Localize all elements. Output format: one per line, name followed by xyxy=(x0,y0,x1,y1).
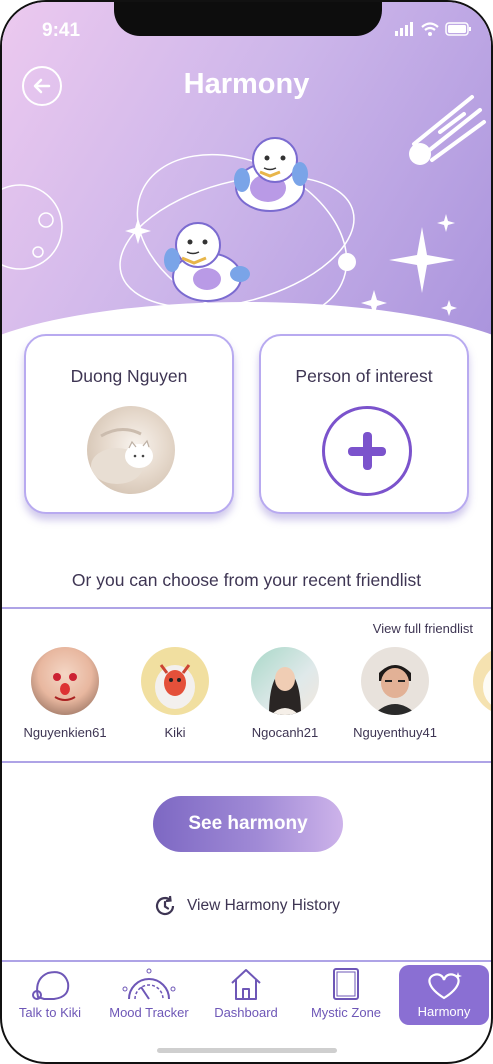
friend-avatar xyxy=(361,647,429,715)
plus-icon-vertical xyxy=(363,432,372,470)
tab-mystic-zone[interactable]: Mystic Zone xyxy=(298,962,394,1026)
friend-name: Ngocanh21 xyxy=(251,725,319,740)
status-icons xyxy=(395,22,473,36)
device-notch xyxy=(114,2,382,36)
tab-talk-to-kiki[interactable]: Talk to Kiki xyxy=(6,962,94,1026)
battery-icon xyxy=(445,22,471,36)
home-indicator xyxy=(157,1048,337,1053)
history-icon xyxy=(155,895,175,916)
gauge-icon xyxy=(122,968,176,1000)
self-avatar xyxy=(87,406,175,494)
friend-avatar xyxy=(251,647,319,715)
cellular-signal-icon xyxy=(395,22,413,36)
phone-frame: 9:41 Harmony Duong Nguyen Person of inte… xyxy=(0,0,493,1064)
tab-label: Harmony xyxy=(417,1004,471,1019)
view-harmony-history-label: View Harmony History xyxy=(186,897,341,914)
friend-name: Nguyenkien61 xyxy=(23,725,107,740)
view-harmony-history-link[interactable]: View Harmony History xyxy=(2,894,491,918)
hero-banner xyxy=(2,2,491,382)
moon-card-icon xyxy=(333,968,359,1000)
recent-friendlist: View full friendlist Nguyenkien61 Kiki N… xyxy=(2,607,491,763)
friend-item[interactable]: lan xyxy=(454,647,491,740)
person-of-interest-card[interactable]: Person of interest xyxy=(259,334,469,514)
cat-photo-icon xyxy=(91,428,153,484)
status-time: 9:41 xyxy=(42,20,81,41)
tab-mood-tracker[interactable]: Mood Tracker xyxy=(98,962,200,1026)
friend-name: lan xyxy=(454,725,491,740)
person-of-interest-label: Person of interest xyxy=(295,366,433,386)
tab-label: Mood Tracker xyxy=(109,1005,189,1020)
home-icon xyxy=(231,969,261,1000)
heart-icon xyxy=(428,972,462,1000)
friend-avatar xyxy=(473,647,491,715)
friend-item[interactable]: Kiki xyxy=(122,647,228,740)
friend-avatar xyxy=(141,647,209,715)
view-full-friendlist-link[interactable]: View full friendlist xyxy=(373,621,473,636)
friendlist-prompt: Or you can choose from your recent frien… xyxy=(71,570,422,590)
self-card-name: Duong Nguyen xyxy=(70,366,188,386)
friend-avatar xyxy=(31,647,99,715)
tab-dashboard[interactable]: Dashboard xyxy=(204,962,288,1026)
self-card[interactable]: Duong Nguyen xyxy=(24,334,234,514)
tab-harmony[interactable]: Harmony xyxy=(399,965,489,1025)
tab-label: Mystic Zone xyxy=(310,1005,382,1020)
bottom-tab-bar: Talk to Kiki Mood Tracker Dashboard Myst… xyxy=(2,960,491,1028)
wifi-icon xyxy=(421,22,439,36)
add-person-button[interactable] xyxy=(322,406,412,496)
friend-item[interactable]: Nguyenthuy41 xyxy=(342,647,448,740)
tab-label: Talk to Kiki xyxy=(18,1005,82,1020)
page-title: Harmony xyxy=(183,68,310,100)
see-harmony-button[interactable]: See harmony xyxy=(153,796,343,852)
friend-name: Kiki xyxy=(164,725,186,740)
friend-name: Nguyenthuy41 xyxy=(353,725,437,740)
friend-item[interactable]: Ngocanh21 xyxy=(232,647,338,740)
tab-label: Dashboard xyxy=(214,1005,278,1020)
friend-item[interactable]: Nguyenkien61 xyxy=(12,647,118,740)
chat-bubble-icon xyxy=(32,971,70,1000)
